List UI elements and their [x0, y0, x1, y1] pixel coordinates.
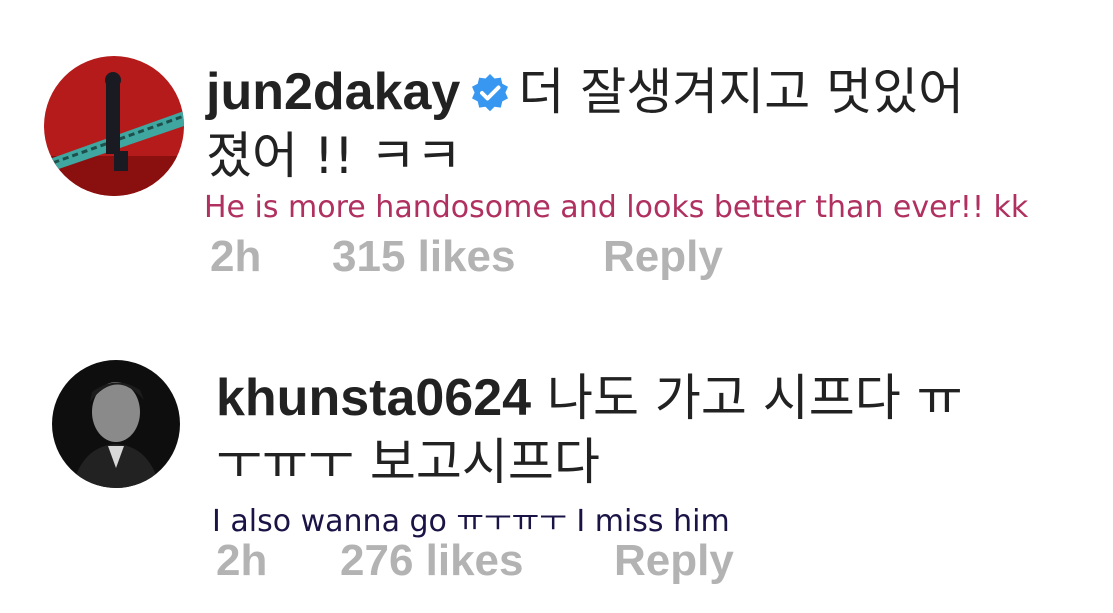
comment-text-line2: 졌어 !! ㅋㅋ — [206, 127, 462, 185]
verified-badge-icon — [470, 66, 510, 112]
comment-text-line2: ㅜㅠㅜ 보고시프다 — [216, 433, 600, 491]
comment-item: jun2dakay 더 잘생겨지고 멋있어 졌어 !! ㅋㅋ He is more… — [0, 0, 1113, 300]
likes-count[interactable]: 315 likes — [332, 232, 516, 282]
avatar-image — [52, 360, 180, 488]
comment-item: khunsta0624 나도 가고 시프다 ㅠ ㅜㅠㅜ 보고시프다 I also… — [0, 300, 1113, 613]
timestamp: 2h — [210, 232, 262, 281]
avatar-image — [44, 56, 184, 196]
comment-text-line1: 나도 가고 시프다 ㅠ — [546, 369, 963, 427]
username[interactable]: khunsta0624 — [216, 369, 531, 427]
avatar[interactable] — [44, 56, 184, 196]
translation-caption: I also wanna go ㅠㅜㅠㅜ I miss him — [212, 504, 730, 539]
comment-meta: 2h 276 likes Reply — [0, 536, 1113, 588]
likes-count[interactable]: 276 likes — [340, 536, 524, 586]
reply-button[interactable]: Reply — [614, 536, 734, 586]
translation-caption: He is more handosome and looks better th… — [204, 190, 1029, 225]
comment-text: jun2dakay 더 잘생겨지고 멋있어 — [206, 62, 964, 122]
comment-text-line1: 더 잘생겨지고 멋있어 — [518, 63, 965, 121]
username[interactable]: jun2dakay — [206, 63, 460, 121]
reply-button[interactable]: Reply — [603, 232, 723, 282]
avatar[interactable] — [52, 360, 180, 488]
comment-text: khunsta0624 나도 가고 시프다 ㅠ — [216, 368, 963, 428]
comment-meta: 2h 315 likes Reply — [0, 232, 1113, 284]
timestamp: 2h — [216, 536, 268, 585]
